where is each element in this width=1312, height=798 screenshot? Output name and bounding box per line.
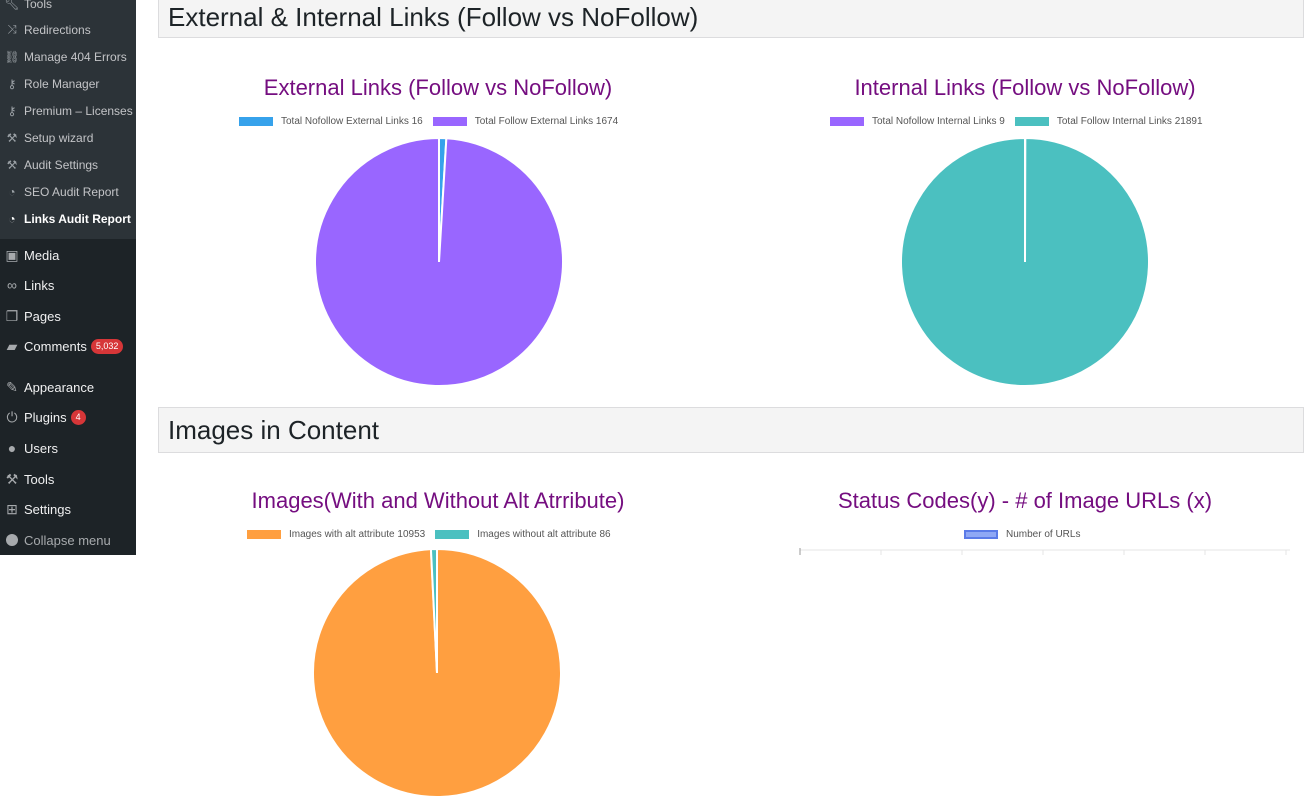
menu-item-media[interactable]: ▣Media xyxy=(0,240,136,270)
submenu-item-seo-audit-report[interactable]: ◔SEO Audit Report xyxy=(0,178,136,205)
legend-swatch xyxy=(239,117,273,126)
menu-item-appearance[interactable]: ✎Appearance xyxy=(0,372,136,402)
external-links-legend: Total Nofollow External Links 16 Total F… xyxy=(239,116,628,127)
legend-swatch xyxy=(435,530,469,539)
comment-icon: ▰ xyxy=(2,338,22,355)
media-icon: ▣ xyxy=(2,247,22,264)
submenu: 🔧︎Tools ⤨Redirections ⛓Manage 404 Errors… xyxy=(0,0,136,239)
legend-label-with-alt: Images with alt attribute 10953 xyxy=(289,529,425,540)
submenu-item-role-manager[interactable]: ⚷Role Manager xyxy=(0,70,136,97)
links-section-header: External & Internal Links (Follow vs NoF… xyxy=(158,0,1304,38)
submenu-item-links-audit-report[interactable]: ◔Links Audit Report xyxy=(0,205,136,232)
menu-item-users[interactable]: ●Users xyxy=(0,433,136,463)
wrench-icon: 🔧︎ xyxy=(4,0,20,11)
legend-swatch xyxy=(1015,117,1049,126)
external-links-pie-chart xyxy=(314,137,564,387)
legend-label-without-alt: Images without alt attribute 86 xyxy=(477,529,610,540)
submenu-item-premium-licenses[interactable]: ⚷Premium – Licenses xyxy=(0,97,136,124)
shuffle-icon: ⤨ xyxy=(4,22,20,37)
legend-swatch xyxy=(830,117,864,126)
images-section-header: Images in Content xyxy=(158,407,1304,453)
legend-swatch xyxy=(247,530,281,539)
images-pie-chart xyxy=(312,548,562,798)
images-chart-title: Images(With and Without Alt Atrribute) xyxy=(188,488,688,514)
settings-icon: ⊞ xyxy=(2,501,22,518)
images-section-title: Images in Content xyxy=(168,415,379,446)
status-codes-bar-chart xyxy=(790,546,1290,555)
status-codes-legend: Number of URLs xyxy=(964,529,1090,540)
brush-icon: ✎ xyxy=(2,379,22,396)
admin-sidebar: 🔧︎Tools ⤨Redirections ⛓Manage 404 Errors… xyxy=(0,0,136,555)
wrench-icon: ⚒ xyxy=(2,471,22,488)
legend-label-nofollow-external: Total Nofollow External Links 16 xyxy=(281,116,423,127)
menu-item-plugins[interactable]: ⏻Plugins 4 xyxy=(0,402,136,432)
menu-item-settings[interactable]: ⊞Settings xyxy=(0,494,136,524)
internal-links-pie-chart xyxy=(900,137,1150,387)
pages-icon: ❐ xyxy=(2,308,22,325)
legend-label-follow-external: Total Follow External Links 1674 xyxy=(475,116,618,127)
submenu-item-manage-404[interactable]: ⛓Manage 404 Errors xyxy=(0,43,136,70)
external-links-chart-title: External Links (Follow vs NoFollow) xyxy=(188,75,688,101)
legend-swatch xyxy=(433,117,467,126)
wrench-icon: ⚒ xyxy=(4,158,20,172)
menu-item-links[interactable]: ∞Links xyxy=(0,270,136,300)
links-section-title: External & Internal Links (Follow vs NoF… xyxy=(168,2,698,33)
link-icon: ∞ xyxy=(2,277,22,293)
broken-link-icon: ⛓ xyxy=(4,50,20,64)
legend-label-follow-internal: Total Follow Internal Links 21891 xyxy=(1057,116,1203,127)
menu-item-tools[interactable]: ⚒Tools xyxy=(0,464,136,494)
submenu-item-audit-settings[interactable]: ⚒Audit Settings xyxy=(0,151,136,178)
plugins-update-badge: 4 xyxy=(71,410,86,425)
internal-links-chart-title: Internal Links (Follow vs NoFollow) xyxy=(775,75,1275,101)
collapse-menu-button[interactable]: Collapse menu xyxy=(0,525,136,555)
legend-label-nofollow-internal: Total Nofollow Internal Links 9 xyxy=(872,116,1005,127)
key-icon: ⚷ xyxy=(4,77,20,91)
menu-item-pages[interactable]: ❐Pages xyxy=(0,301,136,331)
comments-count-badge: 5,032 xyxy=(91,339,124,354)
internal-links-legend: Total Nofollow Internal Links 9 Total Fo… xyxy=(830,116,1213,127)
pie-slice[interactable] xyxy=(315,138,563,386)
collapse-icon xyxy=(2,534,22,546)
key-icon: ⚷ xyxy=(4,104,20,118)
submenu-item-redirections[interactable]: ⤨Redirections xyxy=(0,16,136,43)
images-legend: Images with alt attribute 10953 Images w… xyxy=(247,529,621,540)
legend-label-number-of-urls: Number of URLs xyxy=(1006,529,1080,540)
gauge-icon: ◔ xyxy=(4,212,20,226)
menu-item-comments[interactable]: ▰Comments 5,032 xyxy=(0,331,136,361)
legend-swatch xyxy=(964,530,998,539)
user-icon: ● xyxy=(2,440,22,456)
submenu-item-setup-wizard[interactable]: ⚒Setup wizard xyxy=(0,124,136,151)
plugin-icon: ⏻ xyxy=(2,409,22,426)
pie-slice[interactable] xyxy=(901,138,1149,386)
gauge-icon: ◔ xyxy=(4,185,20,199)
status-codes-chart-title: Status Codes(y) - # of Image URLs (x) xyxy=(775,488,1275,514)
wrench-icon: ⚒ xyxy=(4,131,20,145)
submenu-item-tools[interactable]: 🔧︎Tools xyxy=(0,0,136,17)
